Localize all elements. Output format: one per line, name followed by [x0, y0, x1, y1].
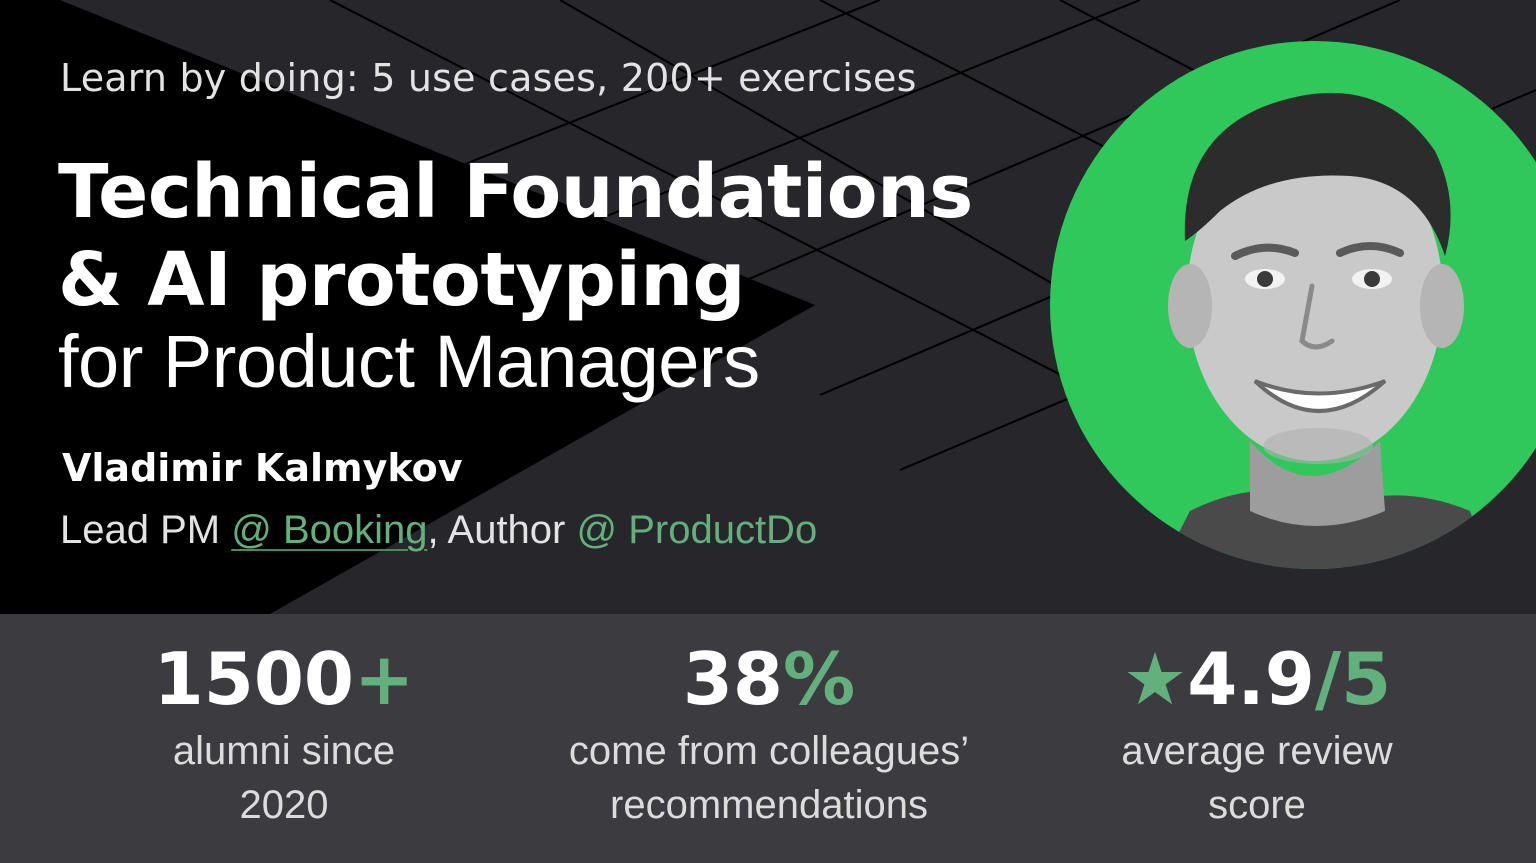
- title-line-1: Technical Foundations: [58, 149, 973, 235]
- stat-label: come from colleagues’: [568, 729, 970, 773]
- booking-link[interactable]: @ Booking: [231, 508, 427, 552]
- stat-label: 2020: [239, 783, 329, 827]
- stat-recommendations: 38% come from colleagues’ recommendation…: [569, 634, 969, 832]
- stat-alumni: 1500+ alumni since 2020: [154, 634, 415, 832]
- star-icon: ★: [1122, 637, 1188, 721]
- page-subtitle: for Product Managers: [58, 320, 760, 403]
- stats-bar: 1500+ alumni since 2020 38% come from co…: [0, 614, 1536, 863]
- stat-value: 38%: [569, 634, 969, 724]
- stat-review-score: ★4.9/5 average review score: [1121, 634, 1392, 832]
- stat-suffix: /5: [1314, 637, 1392, 721]
- stat-number: 1500: [153, 637, 355, 721]
- stat-suffix: %: [783, 637, 856, 721]
- stat-number: 38: [682, 637, 784, 721]
- stat-label: average review: [1121, 729, 1393, 773]
- stat-number: 4.9: [1187, 637, 1315, 721]
- stat-suffix: +: [354, 637, 415, 721]
- stat-label: alumni since: [172, 729, 396, 773]
- stat-label: score: [1208, 783, 1306, 827]
- role-separator: , Author: [427, 508, 577, 552]
- author-role: Lead PM @ Booking, Author @ ProductDo: [60, 508, 817, 553]
- stat-label: recommendations: [610, 783, 928, 827]
- stat-value: 1500+: [154, 634, 415, 724]
- title-line-2: & AI prototyping: [58, 237, 745, 323]
- productdo-link[interactable]: @ ProductDo: [576, 508, 817, 552]
- author-name: Vladimir Kalmykov: [62, 446, 463, 490]
- stat-value: ★4.9/5: [1121, 634, 1392, 724]
- page-title: Technical Foundations & AI prototyping: [58, 148, 973, 324]
- tagline: Learn by doing: 5 use cases, 200+ exerci…: [60, 56, 917, 100]
- role-prefix: Lead PM: [60, 508, 232, 552]
